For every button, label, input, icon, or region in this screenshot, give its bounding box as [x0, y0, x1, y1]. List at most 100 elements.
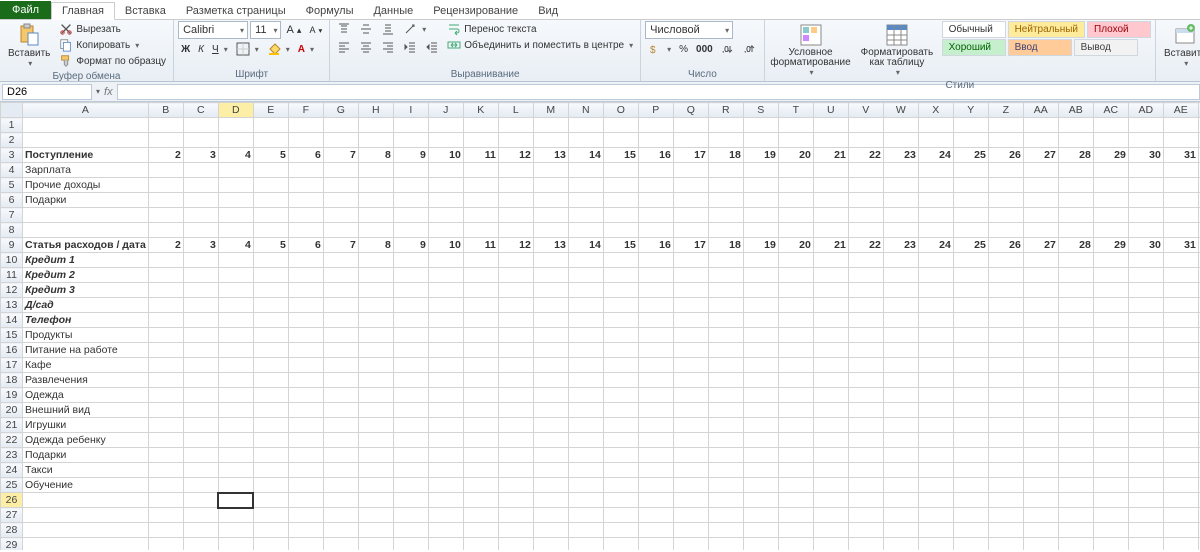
style-bad[interactable]: Плохой	[1087, 21, 1151, 38]
cell-M12[interactable]	[533, 283, 568, 298]
cell-H15[interactable]	[358, 328, 393, 343]
cell-U16[interactable]	[813, 343, 848, 358]
cell-R19[interactable]	[708, 388, 743, 403]
cell-AE1[interactable]	[1163, 118, 1198, 133]
cell-P22[interactable]	[638, 433, 673, 448]
cell-X1[interactable]	[918, 118, 953, 133]
cell-AB9[interactable]: 28	[1058, 238, 1093, 253]
cell-AC7[interactable]	[1093, 208, 1128, 223]
cell-D27[interactable]	[218, 508, 253, 523]
cell-R21[interactable]	[708, 418, 743, 433]
row-header-7[interactable]: 7	[1, 208, 23, 223]
cell-V4[interactable]	[848, 163, 883, 178]
cell-R18[interactable]	[708, 373, 743, 388]
cell-J26[interactable]	[428, 493, 463, 508]
cell-M2[interactable]	[533, 133, 568, 148]
cell-AB4[interactable]	[1058, 163, 1093, 178]
row-header-13[interactable]: 13	[1, 298, 23, 313]
cell-N11[interactable]	[568, 268, 603, 283]
cell-O1[interactable]	[603, 118, 638, 133]
cell-AB5[interactable]	[1058, 178, 1093, 193]
col-header-C[interactable]: C	[183, 103, 218, 118]
row-header-26[interactable]: 26	[1, 493, 23, 508]
cell-C27[interactable]	[183, 508, 218, 523]
cell-K19[interactable]	[463, 388, 498, 403]
cell-AA5[interactable]	[1023, 178, 1058, 193]
cell-U15[interactable]	[813, 328, 848, 343]
cell-J8[interactable]	[428, 223, 463, 238]
cell-M29[interactable]	[533, 538, 568, 551]
paste-button[interactable]: Вставить▾	[4, 21, 54, 70]
cell-T29[interactable]	[778, 538, 813, 551]
cell-AA28[interactable]	[1023, 523, 1058, 538]
cell-AE5[interactable]	[1163, 178, 1198, 193]
cell-L16[interactable]	[498, 343, 533, 358]
cell-S6[interactable]	[743, 193, 778, 208]
cell-L29[interactable]	[498, 538, 533, 551]
cell-J27[interactable]	[428, 508, 463, 523]
cell-N28[interactable]	[568, 523, 603, 538]
cell-N27[interactable]	[568, 508, 603, 523]
cell-R24[interactable]	[708, 463, 743, 478]
cell-K25[interactable]	[463, 478, 498, 493]
cell-I9[interactable]: 9	[393, 238, 428, 253]
cell-AE23[interactable]	[1163, 448, 1198, 463]
cell-H10[interactable]	[358, 253, 393, 268]
cell-F1[interactable]	[288, 118, 323, 133]
cell-S13[interactable]	[743, 298, 778, 313]
cell-I13[interactable]	[393, 298, 428, 313]
cell-E6[interactable]	[253, 193, 288, 208]
row-header-2[interactable]: 2	[1, 133, 23, 148]
cell-U11[interactable]	[813, 268, 848, 283]
cell-A17[interactable]: Кафе	[23, 358, 149, 373]
cell-R6[interactable]	[708, 193, 743, 208]
cell-N26[interactable]	[568, 493, 603, 508]
cell-B15[interactable]	[148, 328, 183, 343]
cell-Q5[interactable]	[673, 178, 708, 193]
cell-K13[interactable]	[463, 298, 498, 313]
cell-AA15[interactable]	[1023, 328, 1058, 343]
cell-E14[interactable]	[253, 313, 288, 328]
cell-J17[interactable]	[428, 358, 463, 373]
cell-Y10[interactable]	[953, 253, 988, 268]
cell-U23[interactable]	[813, 448, 848, 463]
col-header-D[interactable]: D	[218, 103, 253, 118]
cell-AD13[interactable]	[1128, 298, 1163, 313]
cell-G28[interactable]	[323, 523, 358, 538]
cell-R16[interactable]	[708, 343, 743, 358]
cell-S12[interactable]	[743, 283, 778, 298]
cell-AE21[interactable]	[1163, 418, 1198, 433]
cell-X26[interactable]	[918, 493, 953, 508]
cell-F24[interactable]	[288, 463, 323, 478]
cell-I2[interactable]	[393, 133, 428, 148]
cell-T17[interactable]	[778, 358, 813, 373]
cell-D7[interactable]	[218, 208, 253, 223]
cell-AC14[interactable]	[1093, 313, 1128, 328]
cell-O9[interactable]: 15	[603, 238, 638, 253]
cell-D13[interactable]	[218, 298, 253, 313]
cell-C24[interactable]	[183, 463, 218, 478]
cell-J13[interactable]	[428, 298, 463, 313]
cell-I8[interactable]	[393, 223, 428, 238]
cell-X15[interactable]	[918, 328, 953, 343]
cell-H12[interactable]	[358, 283, 393, 298]
cell-AC25[interactable]	[1093, 478, 1128, 493]
cell-R17[interactable]	[708, 358, 743, 373]
cell-Y8[interactable]	[953, 223, 988, 238]
cell-AD2[interactable]	[1128, 133, 1163, 148]
cell-X14[interactable]	[918, 313, 953, 328]
cell-AB19[interactable]	[1058, 388, 1093, 403]
cell-D15[interactable]	[218, 328, 253, 343]
cell-P27[interactable]	[638, 508, 673, 523]
cell-AD27[interactable]	[1128, 508, 1163, 523]
cell-T21[interactable]	[778, 418, 813, 433]
cell-E9[interactable]: 5	[253, 238, 288, 253]
cell-AD4[interactable]	[1128, 163, 1163, 178]
cut-button[interactable]: Вырезать	[56, 21, 169, 37]
cell-J20[interactable]	[428, 403, 463, 418]
cell-AD12[interactable]	[1128, 283, 1163, 298]
cell-AB29[interactable]	[1058, 538, 1093, 551]
cell-AC9[interactable]: 29	[1093, 238, 1128, 253]
cell-S15[interactable]	[743, 328, 778, 343]
cell-AD3[interactable]: 30	[1128, 148, 1163, 163]
